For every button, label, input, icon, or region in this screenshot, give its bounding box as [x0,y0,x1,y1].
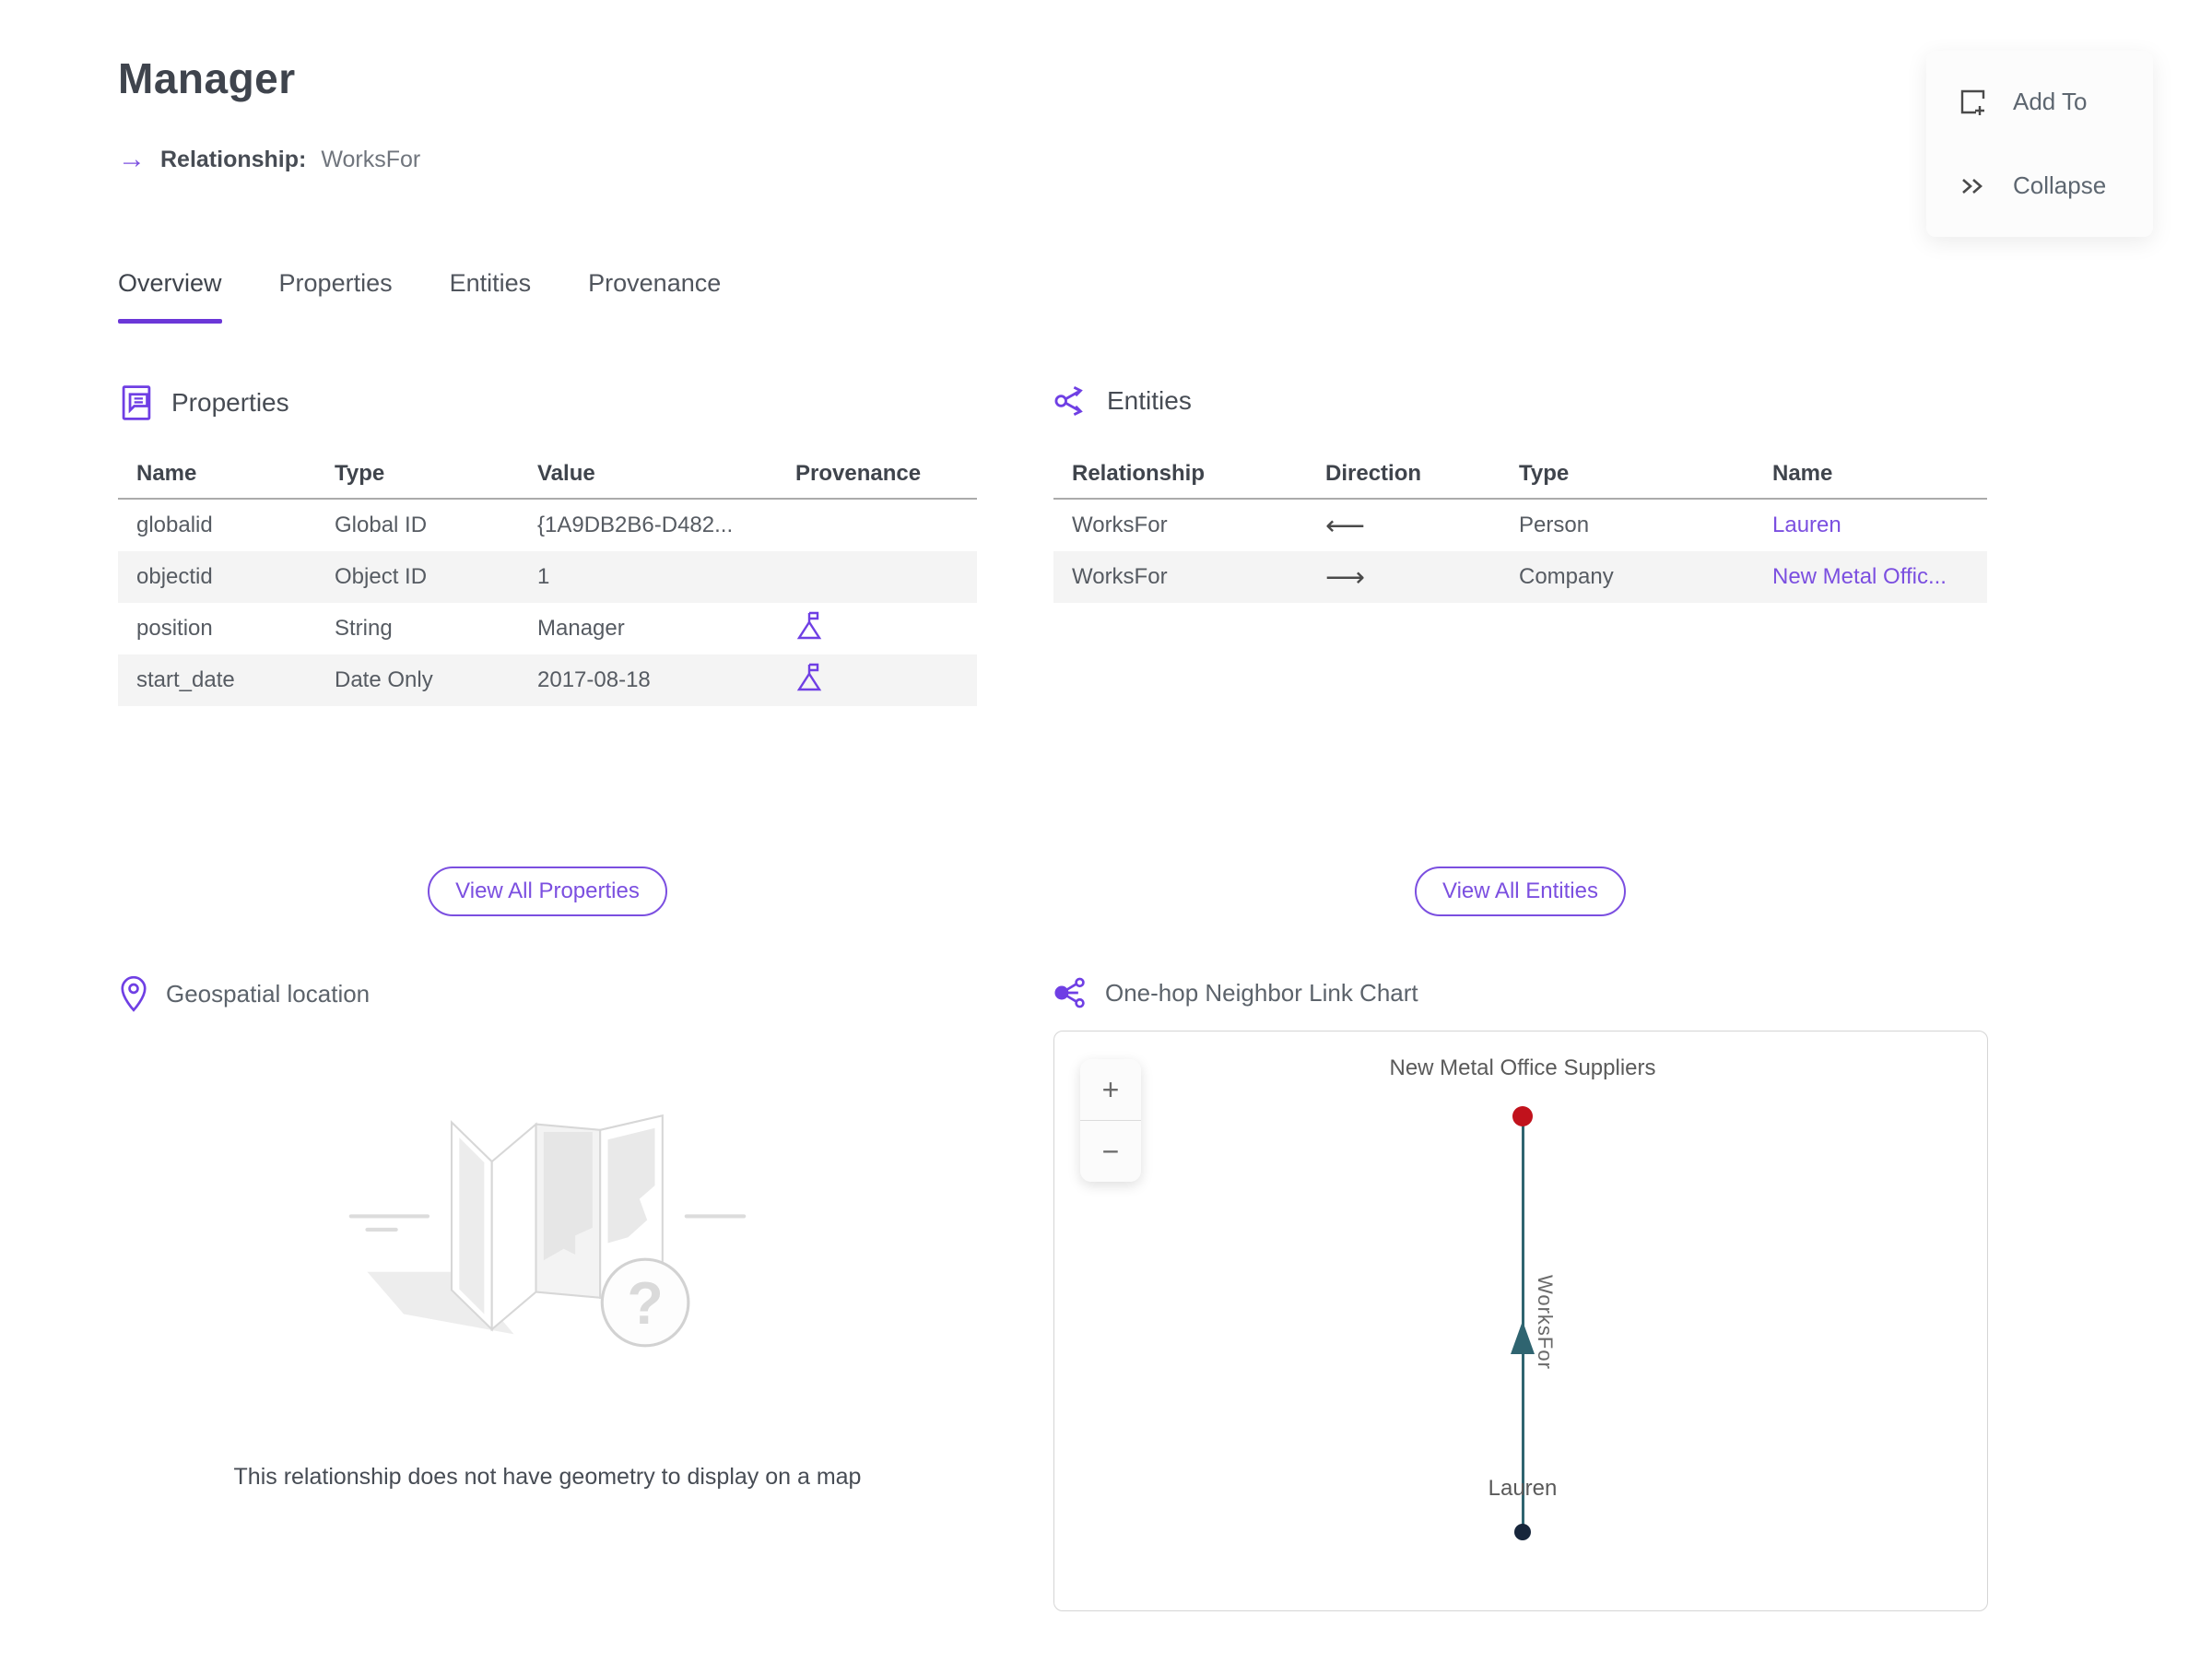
entity-type: Person [1519,513,1590,537]
properties-section-header: Properties [118,383,289,423]
prop-value: Manager [537,616,625,641]
entity-type: Company [1519,564,1614,589]
tab-entities[interactable]: Entities [450,269,532,324]
entity-detail-page: Manager → Relationship: WorksFor Add To … [0,0,2212,1674]
link-chart-section-title: One-hop Neighbor Link Chart [1105,978,1418,1007]
direction-arrow-icon: ⟵ [1325,510,1366,541]
collapse-label: Collapse [2013,171,2107,200]
properties-icon [122,385,151,420]
entity-name-link[interactable]: New Metal Offic... [1772,564,1947,589]
prop-provenance [777,610,977,648]
provenance-flag-icon[interactable] [795,610,823,648]
geospatial-section-title: Geospatial location [166,979,371,1008]
person-node[interactable] [1514,1524,1531,1540]
geospatial-section-header: Geospatial location [118,975,370,1012]
col-provenance: Provenance [795,461,922,486]
prop-type: Date Only [335,667,433,692]
prop-type: Global ID [335,513,428,537]
entities-section-header: Entities [1053,383,1192,419]
link-chart-section-header: One-hop Neighbor Link Chart [1053,975,1418,1010]
entities-table: Relationship Direction Type Name WorksFo… [1053,450,1987,603]
prop-type: Object ID [335,564,428,589]
page-title: Manager [118,54,296,102]
table-row: WorksFor ⟶ Company New Metal Offic... [1053,551,1987,603]
link-chart-canvas[interactable]: + − New Metal Office Suppliers WorksFor … [1053,1031,1988,1611]
entities-table-header: Relationship Direction Type Name [1053,450,1987,500]
entity-relationship: WorksFor [1072,513,1168,537]
add-to-button[interactable]: Add To [1926,68,2153,135]
collapse-button[interactable]: Collapse [1926,153,2153,219]
bottom-node-label: Lauren [1488,1476,1558,1501]
col-direction: Direction [1325,461,1422,486]
view-all-entities-button[interactable]: View All Entities [1415,866,1626,916]
prop-name: position [136,616,213,641]
add-to-icon [1960,90,1985,116]
folded-map-illustration: ? [348,1114,747,1348]
relationship-arrow-icon: → [118,144,146,174]
col-type: Type [1519,461,1570,486]
svg-text:?: ? [627,1270,663,1337]
chart-zoom-control: + − [1080,1059,1141,1182]
top-node-label: New Metal Office Suppliers [1389,1055,1656,1080]
table-row: objectid Object ID 1 [118,551,977,603]
properties-section-title: Properties [171,388,289,417]
prop-name: start_date [136,667,235,692]
prop-value: 2017-08-18 [537,667,651,692]
prop-value: {1A9DB2B6-D482... [537,513,734,537]
properties-table: Name Type Value Provenance globalid Glob… [118,450,977,706]
prop-value: 1 [537,564,550,589]
table-row: globalid Global ID {1A9DB2B6-D482... [118,500,977,551]
properties-table-header: Name Type Value Provenance [118,450,977,500]
detail-tabs: Overview Properties Entities Provenance [118,269,721,324]
map-pin-icon [121,975,147,1012]
link-chart-icon [1054,977,1085,1008]
subtitle-value: WorksFor [321,146,421,172]
col-value: Value [537,461,595,486]
view-all-properties-wrap: View All Properties [118,866,977,916]
prop-name: objectid [136,564,213,589]
subtitle-label: Relationship: [160,146,307,172]
collapse-chevrons-icon [1962,178,1983,194]
entities-section-title: Entities [1107,386,1192,415]
col-name: Name [136,461,197,486]
tab-properties[interactable]: Properties [279,269,393,324]
table-row: start_date Date Only 2017-08-18 [118,654,977,706]
zoom-in-button[interactable]: + [1080,1059,1141,1120]
prop-name: globalid [136,513,213,537]
view-all-properties-button[interactable]: View All Properties [428,866,667,916]
provenance-flag-icon[interactable] [795,662,823,700]
col-type: Type [335,461,385,486]
entity-name-link[interactable]: Lauren [1772,513,1841,537]
company-node[interactable] [1512,1106,1533,1126]
entity-type-subtitle: → Relationship: WorksFor [118,146,420,173]
prop-type: String [335,616,393,641]
zoom-out-button[interactable]: − [1080,1121,1141,1182]
edge-arrowhead [1511,1321,1535,1354]
table-row: position String Manager [118,603,977,654]
tab-provenance[interactable]: Provenance [588,269,721,324]
page-actions-panel: Add To Collapse [1926,51,2153,237]
entity-relationship: WorksFor [1072,564,1168,589]
table-row: WorksFor ⟵ Person Lauren [1053,500,1987,551]
prop-provenance [777,662,977,700]
edge-label: WorksFor [1534,1275,1557,1370]
map-placeholder: ? [118,1060,977,1406]
col-name: Name [1772,461,1833,486]
col-relationship: Relationship [1072,461,1206,486]
tab-overview[interactable]: Overview [118,269,222,324]
no-geometry-message: This relationship does not have geometry… [233,1464,862,1490]
view-all-entities-wrap: View All Entities [1053,866,1987,916]
entities-icon [1054,386,1083,416]
direction-arrow-icon: ⟶ [1325,561,1366,593]
add-to-label: Add To [2013,87,2088,115]
